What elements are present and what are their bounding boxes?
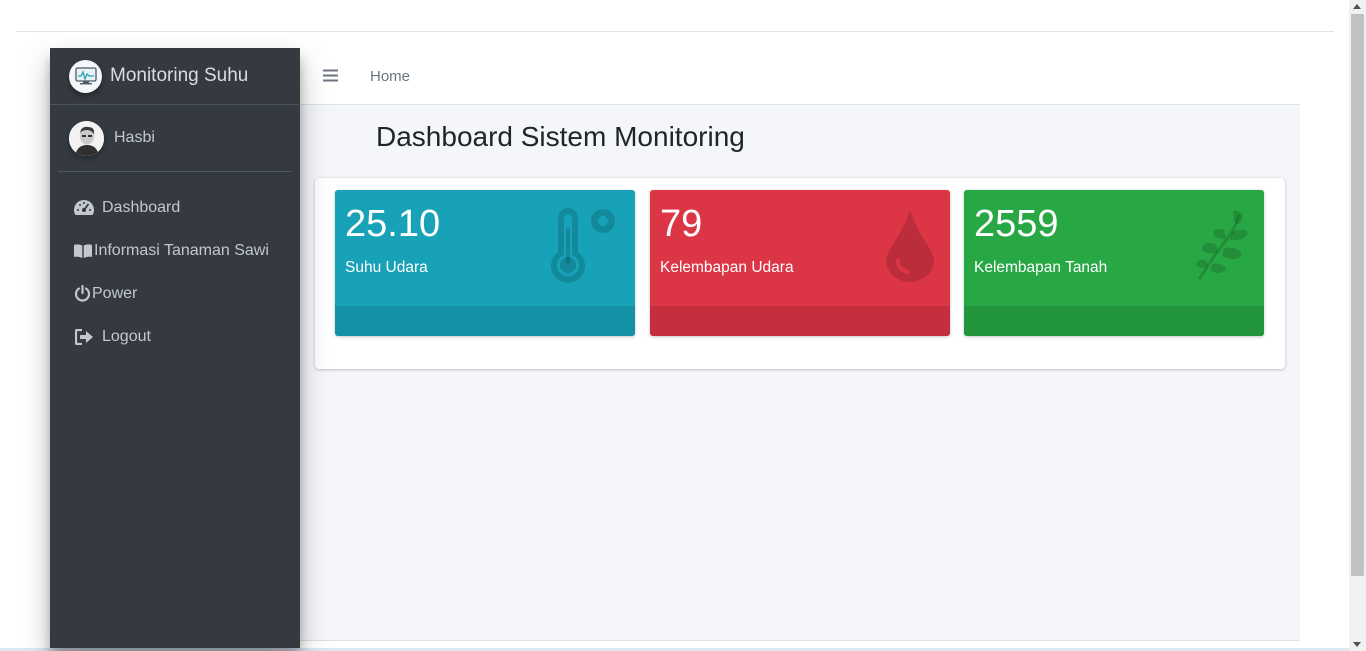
thermometer-icon [546, 208, 621, 288]
stat-label: Kelembapan Tanah [974, 259, 1108, 276]
stat-value: 2559 [974, 203, 1059, 245]
stat-box-kelembapan-tanah: 2559 Kelembapan Tanah [964, 190, 1264, 336]
stat-value: 79 [660, 203, 703, 245]
content-wrapper: Dashboard Sistem Monitoring 25.10 Suhu U… [300, 105, 1300, 640]
sidebar-item-label: Dashboard [102, 198, 181, 216]
sidebar: Monitoring Suhu Hasbi Dashboard Informas… [50, 48, 300, 648]
brand-logo-icon [69, 59, 102, 93]
top-divider [16, 31, 1334, 32]
stat-label: Kelembapan Udara [660, 259, 794, 276]
user-name: Hasbi [114, 129, 155, 146]
sidebar-item-label: Logout [102, 327, 151, 345]
tachometer-icon [72, 198, 96, 218]
scroll-up-icon[interactable] [1353, 4, 1361, 9]
sidebar-item-dashboard[interactable]: Dashboard [50, 186, 300, 229]
brand-link[interactable]: Monitoring Suhu [50, 48, 300, 105]
sidebar-nav: Dashboard Informasi Tanaman Sawi Power L… [50, 186, 300, 358]
top-navbar: Home [300, 48, 1300, 105]
stat-footer-link[interactable] [650, 306, 950, 336]
brand-title: Monitoring Suhu [110, 65, 249, 86]
sidebar-item-label: Power [92, 284, 138, 302]
page-scrollbar[interactable] [1349, 0, 1366, 651]
user-panel[interactable]: Hasbi [58, 105, 292, 172]
power-icon [72, 284, 92, 304]
book-icon [72, 241, 94, 261]
stat-box-kelembapan-udara: 79 Kelembapan Udara [650, 190, 950, 336]
sidebar-item-logout[interactable]: Logout [50, 315, 300, 358]
stat-footer-link[interactable] [964, 306, 1264, 336]
sidebar-item-informasi[interactable]: Informasi Tanaman Sawi [50, 229, 300, 272]
menu-toggle-icon[interactable] [323, 69, 338, 87]
leaf-icon [1194, 210, 1250, 287]
page-title: Dashboard Sistem Monitoring [376, 121, 745, 152]
droplet-icon [884, 208, 936, 288]
stats-card: 25.10 Suhu Udara 79 Kelembapan Udara 255… [315, 178, 1285, 369]
sidebar-item-power[interactable]: Power [50, 272, 300, 315]
scroll-down-icon[interactable] [1353, 642, 1361, 647]
scrollbar-thumb[interactable] [1351, 14, 1364, 576]
stat-value: 25.10 [345, 203, 441, 245]
footer-divider [300, 640, 1300, 641]
sign-out-icon [72, 327, 96, 347]
home-link[interactable]: Home [370, 68, 410, 85]
user-avatar [69, 120, 104, 156]
sidebar-item-label: Informasi Tanaman Sawi [94, 241, 269, 259]
stat-footer-link[interactable] [335, 306, 635, 336]
stat-label: Suhu Udara [345, 259, 428, 276]
stat-box-suhu-udara: 25.10 Suhu Udara [335, 190, 635, 336]
